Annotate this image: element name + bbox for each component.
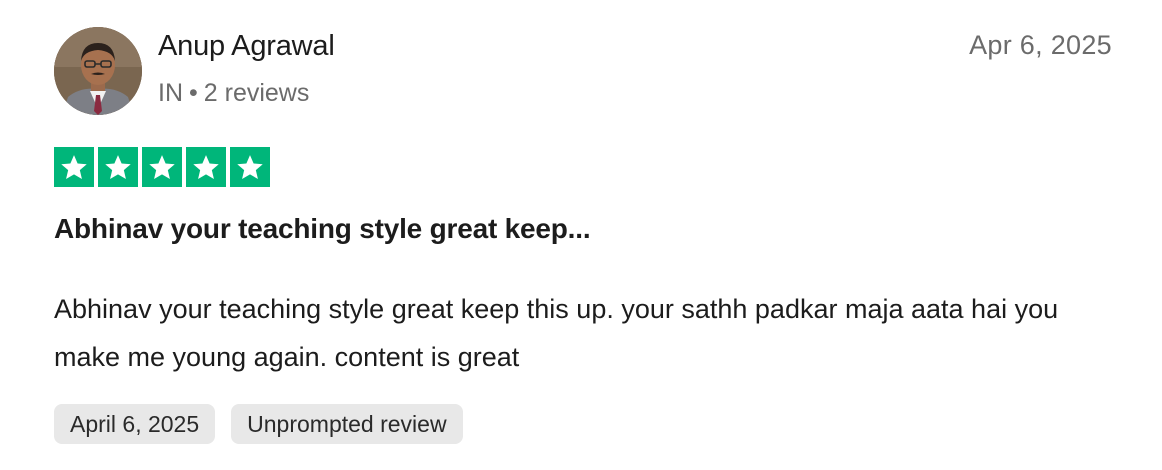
- star-rating: [54, 147, 270, 187]
- person-photo-icon: [54, 27, 142, 115]
- star-icon: [54, 147, 94, 187]
- star-icon: [142, 147, 182, 187]
- review-date: Apr 6, 2025: [969, 30, 1112, 60]
- reviewer-name[interactable]: Anup Agrawal: [158, 30, 335, 63]
- star-icon: [186, 147, 226, 187]
- reviewer-review-count: 2 reviews: [203, 79, 310, 107]
- star-icon: [230, 147, 270, 187]
- unprompted-review-tag: Unprompted review: [231, 404, 463, 444]
- reviewer-country: IN: [158, 79, 183, 107]
- reviewer-meta: IN • 2 reviews: [158, 79, 309, 108]
- experience-date-tag: April 6, 2025: [54, 404, 216, 444]
- meta-separator: •: [189, 79, 198, 107]
- reviewer-avatar[interactable]: [54, 27, 142, 115]
- review-body: Abhinav your teaching style great keep t…: [54, 294, 1059, 372]
- review-title[interactable]: Abhinav your teaching style great keep..…: [54, 213, 591, 245]
- star-icon: [98, 147, 138, 187]
- review-tags: April 6, 2025 Unprompted review: [54, 404, 463, 444]
- review-card: Anup Agrawal IN • 2 reviews Apr 6, 2025 Ab…: [0, 0, 1162, 470]
